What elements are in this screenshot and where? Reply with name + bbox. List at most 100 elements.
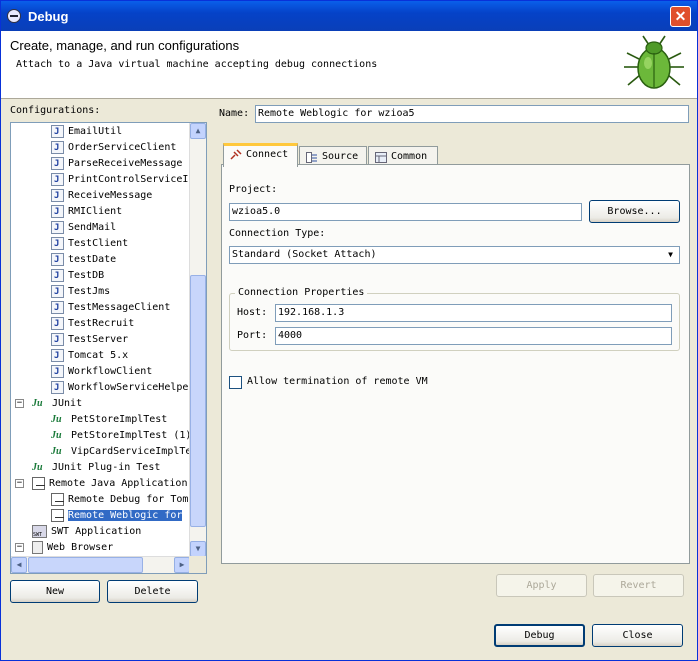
tree-item[interactable]: TestServer <box>51 332 128 348</box>
tree-item[interactable]: TestMessageClient <box>51 300 170 316</box>
junit-icon <box>51 412 67 428</box>
debug-dialog: Debug ✕ Create, manage, and run configur… <box>0 0 698 661</box>
common-icon <box>375 151 387 163</box>
tree-item[interactable]: TestRecruit <box>51 316 134 332</box>
source-icon <box>306 151 318 163</box>
tree-item[interactable]: testDate <box>51 252 116 268</box>
java-app-icon <box>51 140 64 156</box>
junit-icon <box>32 396 48 412</box>
collapse-icon[interactable]: − <box>15 399 24 408</box>
connect-icon <box>230 148 242 160</box>
browse-button[interactable]: Browse... <box>589 200 680 223</box>
tree-item-label: TestRecruit <box>68 318 135 329</box>
java-app-icon <box>51 156 64 172</box>
debug-button[interactable]: Debug <box>494 624 585 647</box>
project-label: Project: <box>229 184 278 195</box>
tree-item[interactable]: Remote Weblogic for <box>51 508 183 524</box>
tree-item-label: WorkflowClient <box>68 366 153 377</box>
port-label: Port: <box>237 330 268 341</box>
title-bar: Debug ✕ <box>1 1 697 31</box>
tree-item[interactable]: ParseReceiveMessage <box>51 156 182 172</box>
tab-connect[interactable]: Connect <box>223 143 298 167</box>
tree-item-label: VipCardServiceImplTe <box>71 446 192 457</box>
new-button[interactable]: New <box>10 580 100 603</box>
tree-item[interactable]: ReceiveMessage <box>51 188 152 204</box>
tree-item[interactable]: TestDB <box>51 268 104 284</box>
tree-item[interactable]: TestJms <box>51 284 110 300</box>
delete-button[interactable]: Delete <box>107 580 198 603</box>
junit-icon <box>51 444 67 460</box>
close-button[interactable]: Close <box>592 624 683 647</box>
configurations-tree[interactable]: EmailUtil OrderServiceClient ParseReceiveM… <box>10 122 207 574</box>
tree-item[interactable]: WorkflowServiceHelpe <box>51 380 188 396</box>
java-app-icon <box>51 284 64 300</box>
collapse-icon[interactable]: − <box>15 543 24 552</box>
tree-item-label: WorkflowServiceHelpe <box>68 382 189 393</box>
tree-item-label: TestClient <box>68 238 129 249</box>
port-field[interactable]: 4000 <box>275 327 672 345</box>
header-description: Attach to a Java virtual machine accepti… <box>16 59 378 70</box>
chevron-down-icon[interactable]: ▼ <box>663 248 678 262</box>
vertical-scroll-thumb[interactable] <box>190 275 206 527</box>
java-app-icon <box>51 332 64 348</box>
scroll-up-button[interactable]: ▲ <box>190 123 206 139</box>
scroll-left-button[interactable]: ◀ <box>11 557 27 573</box>
tree-item[interactable]: − Web Browser <box>15 540 113 556</box>
tree-item-label: TestJms <box>68 286 111 297</box>
collapse-icon[interactable]: − <box>15 479 24 488</box>
tree-item-label: Remote Weblogic for <box>68 510 183 521</box>
tree-horizontal-scrollbar[interactable]: ◀ ▶ <box>11 556 190 573</box>
scroll-right-button[interactable]: ▶ <box>174 557 190 573</box>
swt-icon <box>32 524 47 543</box>
java-app-icon <box>51 236 64 252</box>
connection-type-label: Connection Type: <box>229 228 326 239</box>
host-label: Host: <box>237 307 268 318</box>
tree-item[interactable]: JUnit Plug-in Test <box>32 460 160 476</box>
eclipse-icon <box>7 9 21 23</box>
java-app-icon <box>51 380 64 396</box>
tree-item[interactable]: Remote Debug for Tom <box>51 492 188 508</box>
remote-java-icon <box>51 492 64 506</box>
tree-item[interactable]: − JUnit <box>15 396 82 412</box>
tree-item[interactable]: OrderServiceClient <box>51 140 176 156</box>
allow-termination-checkbox[interactable] <box>229 376 242 389</box>
tree-item[interactable]: SendMail <box>51 220 116 236</box>
tree-item[interactable]: RMIClient <box>51 204 122 220</box>
tree-item[interactable]: WorkflowClient <box>51 364 152 380</box>
host-field[interactable]: 192.168.1.3 <box>275 304 672 322</box>
tree-item-label: TestServer <box>68 334 129 345</box>
tree-item-label: SendMail <box>68 222 117 233</box>
horizontal-scroll-thumb[interactable] <box>28 557 143 573</box>
connection-properties-label: Connection Properties <box>235 287 368 298</box>
name-field[interactable]: Remote Weblogic for wzioa5 <box>255 105 689 123</box>
tree-item[interactable]: Tomcat 5.x <box>51 348 128 364</box>
project-field[interactable]: wzioa5.0 <box>229 203 582 221</box>
junit-icon <box>51 428 67 444</box>
web-browser-icon <box>32 540 43 554</box>
java-app-icon <box>51 252 64 268</box>
remote-java-icon <box>32 476 45 490</box>
tab-common-label: Common <box>391 151 428 162</box>
apply-button[interactable]: Apply <box>496 574 587 597</box>
tree-item[interactable]: VipCardServiceImplTe <box>51 444 191 460</box>
scroll-down-button[interactable]: ▼ <box>190 541 206 557</box>
tree-item-label: SWT Application <box>51 526 142 537</box>
tree-item[interactable]: PetStoreImplTest (1) <box>51 428 191 444</box>
tree-vertical-scrollbar[interactable]: ▲ ▼ <box>189 123 206 557</box>
tree-item[interactable]: − Remote Java Application <box>15 476 187 492</box>
connection-type-select[interactable]: Standard (Socket Attach) ▼ <box>229 246 680 264</box>
tree-item[interactable]: PetStoreImplTest <box>51 412 167 428</box>
java-app-icon <box>51 268 64 284</box>
tree-item-label: TestDB <box>68 270 105 281</box>
tree-item-label: PrintControlServiceI <box>68 174 189 185</box>
java-app-icon <box>51 172 64 188</box>
java-app-icon <box>51 220 64 236</box>
revert-button[interactable]: Revert <box>593 574 684 597</box>
tree-item[interactable]: EmailUtil <box>51 124 122 140</box>
tree-item[interactable]: TestClient <box>51 236 128 252</box>
java-app-icon <box>51 316 64 332</box>
close-window-button[interactable]: ✕ <box>670 6 691 27</box>
header-title: Create, manage, and run configurations <box>10 38 240 53</box>
tree-item[interactable]: PrintControlServiceI <box>51 172 188 188</box>
tree-item[interactable]: SWT Application <box>32 524 142 543</box>
